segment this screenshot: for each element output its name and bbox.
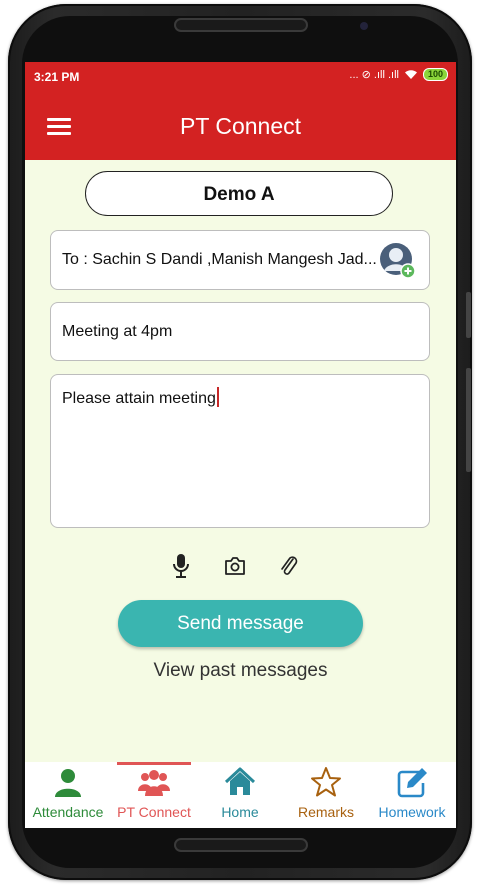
bottom-navigation: Attendance PT Connect Home Remarks Homew… [25, 762, 456, 828]
message-body-field[interactable]: Please attain meeting [50, 374, 430, 528]
group-icon [138, 770, 170, 796]
wifi-icon [404, 70, 417, 79]
message-body-text: Please attain meeting [62, 387, 219, 408]
subject-text: Meeting at 4pm [62, 323, 173, 340]
app-screen: 3:21 PM ... ⊘ .ıll .ıll 100 PT Connect D… [25, 62, 456, 828]
bottom-speaker [174, 838, 308, 852]
nav-homework-label: Homework [378, 804, 446, 820]
paperclip-icon[interactable] [277, 553, 301, 579]
active-tab-indicator [117, 762, 191, 765]
star-icon [311, 767, 341, 797]
nav-remarks[interactable]: Remarks [283, 762, 369, 828]
send-message-button[interactable]: Send message [118, 600, 363, 647]
microphone-icon[interactable] [169, 553, 193, 579]
nav-remarks-label: Remarks [297, 804, 354, 820]
recipients-text: To : Sachin S Dandi ,Manish Mangesh Jad.… [62, 251, 377, 268]
earpiece-speaker [174, 18, 308, 32]
attachment-toolbar [25, 553, 456, 579]
nav-homework[interactable]: Homework [369, 762, 455, 828]
power-button [466, 368, 471, 472]
status-icons: ... ⊘ .ıll .ıll 100 [349, 68, 448, 81]
nav-home[interactable]: Home [197, 762, 283, 828]
recipients-field[interactable]: To : Sachin S Dandi ,Manish Mangesh Jad.… [50, 230, 430, 290]
nav-pt-connect[interactable]: PT Connect [111, 762, 197, 828]
nav-home-label: Home [221, 804, 259, 820]
status-time: 3:21 PM [34, 70, 80, 84]
volume-button [466, 292, 471, 338]
nav-attendance[interactable]: Attendance [25, 762, 111, 828]
app-bar: PT Connect [25, 92, 456, 160]
home-icon [224, 767, 256, 795]
person-icon [55, 769, 81, 797]
signal-icons: ... ⊘ .ıll .ıll [349, 69, 399, 81]
front-camera [360, 22, 368, 30]
text-cursor [216, 387, 219, 407]
camera-icon[interactable] [223, 553, 247, 579]
status-bar: 3:21 PM ... ⊘ .ıll .ıll 100 [25, 62, 456, 92]
edit-icon [397, 768, 427, 798]
subject-field[interactable]: Meeting at 4pm [50, 302, 430, 361]
add-recipient-icon[interactable] [379, 242, 415, 278]
nav-attendance-label: Attendance [32, 804, 104, 820]
class-selector[interactable]: Demo A [85, 171, 393, 216]
view-past-messages-link[interactable]: View past messages [25, 660, 456, 682]
nav-pt-connect-label: PT Connect [117, 804, 191, 820]
page-title: PT Connect [179, 113, 302, 139]
battery-indicator: 100 [422, 68, 448, 81]
